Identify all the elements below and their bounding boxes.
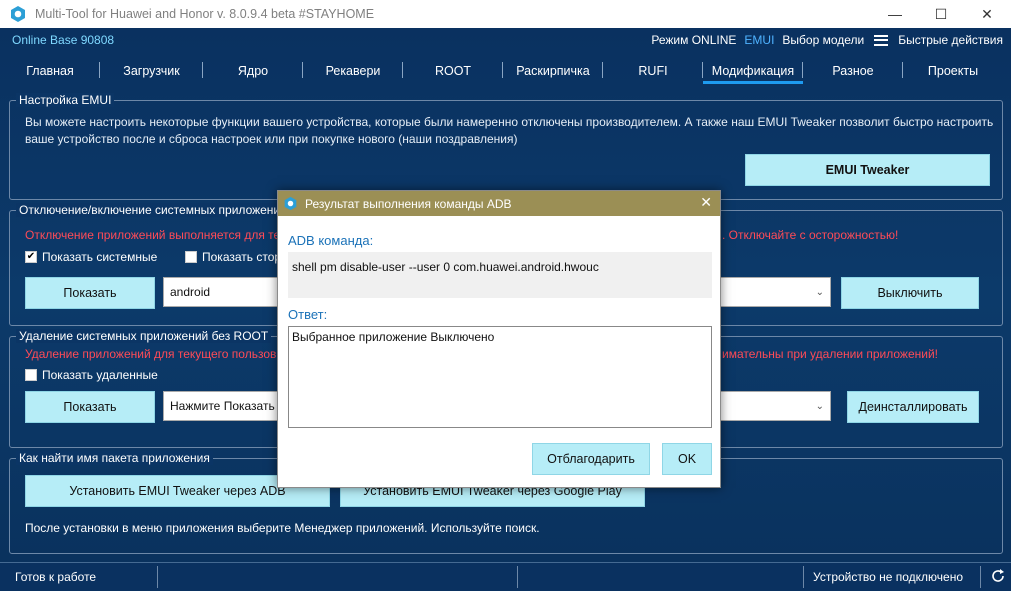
window-titlebar: Multi-Tool for Huawei and Honor v. 8.0.9… <box>0 0 1011 28</box>
tab-label: Загрузчик <box>123 64 180 78</box>
group-title: Как найти имя пакета приложения <box>16 451 213 465</box>
top-bar: Online Base 90808 Режим ONLINE EMUI Выбо… <box>0 28 1011 52</box>
minimize-button[interactable]: — <box>872 0 918 28</box>
adb-command-label: ADB команда: <box>288 233 374 248</box>
combo-value: Нажмите Показать <box>170 399 275 413</box>
checkbox-checked-icon: ✔ <box>25 251 37 263</box>
status-text: Готов к работе <box>15 570 97 584</box>
tab-kernel[interactable]: Ядро <box>203 58 303 84</box>
window-title: Multi-Tool for Huawei and Honor v. 8.0.9… <box>35 7 375 21</box>
tab-root[interactable]: ROOT <box>403 58 503 84</box>
tab-modification[interactable]: Модификация <box>703 58 803 84</box>
model-select-link[interactable]: Выбор модели <box>782 33 864 47</box>
group-title: Отключение/включение системных приложени… <box>16 203 290 217</box>
show-third-party-checkbox[interactable]: Показать стор <box>185 250 281 264</box>
checkbox-label: Показать системные <box>42 250 158 264</box>
tab-label: Рекавери <box>325 64 381 78</box>
tab-main[interactable]: Главная <box>0 58 100 84</box>
emui-settings-description: Вы можете настроить некоторые функции ва… <box>25 115 994 146</box>
tab-label: Ядро <box>237 64 269 78</box>
refresh-icon[interactable] <box>990 568 1006 584</box>
tab-label: Модификация <box>711 64 795 78</box>
top-bar-actions: Режим ONLINE EMUI Выбор модели Быстрые д… <box>651 33 1003 47</box>
status-divider <box>803 566 804 588</box>
maximize-button[interactable]: ☐ <box>918 0 964 28</box>
remove-warning-text: Удаление приложений для текущего пользов <box>25 347 277 361</box>
dialog-close-icon[interactable]: ✕ <box>700 194 712 211</box>
chevron-down-icon: ⌄ <box>815 400 824 412</box>
online-mode-link[interactable]: Режим ONLINE <box>651 33 736 47</box>
adb-command-field[interactable]: shell pm disable-user --user 0 com.huawe… <box>288 252 712 298</box>
find-package-note: После установки в меню приложения выбери… <box>25 521 540 535</box>
adb-result-dialog: Результат выполнения команды ADB ✕ ADB к… <box>277 190 721 488</box>
emui-link[interactable]: EMUI <box>744 33 774 47</box>
answer-textarea[interactable]: Выбранное приложение Выключено <box>288 326 712 428</box>
tab-label: Раскирпичка <box>516 64 590 78</box>
show-removable-button[interactable]: Показать <box>25 391 155 423</box>
checkbox-unchecked-icon <box>185 251 197 263</box>
tab-projects[interactable]: Проекты <box>903 58 1003 84</box>
app-logo-icon <box>11 6 25 22</box>
hamburger-menu-icon[interactable] <box>874 34 889 46</box>
remove-warning-text-end: имательны при удалении приложений! <box>722 347 938 361</box>
disable-warning-text-end: . Отключайте с осторожностью! <box>722 228 899 242</box>
tab-recovery[interactable]: Рекавери <box>303 58 403 84</box>
checkbox-unchecked-icon <box>25 369 37 381</box>
quick-actions-link[interactable]: Быстрые действия <box>898 33 1003 47</box>
uninstall-button[interactable]: Деинсталлировать <box>847 391 979 423</box>
status-divider <box>980 566 981 588</box>
disable-app-button[interactable]: Выключить <box>841 277 979 309</box>
dialog-titlebar: Результат выполнения команды ADB ✕ <box>278 191 720 216</box>
main-tabs: Главная Загрузчик Ядро Рекавери ROOT Рас… <box>0 58 1011 84</box>
app-logo-icon <box>284 196 297 211</box>
answer-label: Ответ: <box>288 307 328 322</box>
status-bar: Готов к работе Устройство не подключено <box>0 562 1011 591</box>
dialog-title: Результат выполнения команды ADB <box>305 196 512 211</box>
tab-misc[interactable]: Разное <box>803 58 903 84</box>
tab-label: Разное <box>832 64 874 78</box>
tab-label: Проекты <box>927 64 979 78</box>
device-status: Устройство не подключено <box>813 570 964 584</box>
tab-label: ROOT <box>434 64 472 78</box>
status-divider <box>517 566 518 588</box>
checkbox-label: Показать стор <box>202 250 282 264</box>
online-base-label: Online Base 90808 <box>12 33 115 47</box>
close-button[interactable]: ✕ <box>964 0 1010 28</box>
tab-bootloader[interactable]: Загрузчик <box>100 58 203 84</box>
tab-label: Главная <box>26 64 74 78</box>
emui-settings-group: Настройка EMUI Вы можете настроить некот… <box>9 93 1003 200</box>
emui-tweaker-button[interactable]: EMUI Tweaker <box>745 154 990 186</box>
disable-warning-text: Отключение приложений выполняется для те <box>25 228 281 242</box>
checkbox-label: Показать удаленные <box>42 368 158 382</box>
show-apps-button[interactable]: Показать <box>25 277 155 309</box>
show-system-checkbox[interactable]: ✔ Показать системные <box>25 250 157 264</box>
ok-button[interactable]: OK <box>662 443 712 475</box>
combo-value: android <box>170 285 211 299</box>
show-removed-checkbox[interactable]: Показать удаленные <box>25 368 158 382</box>
tab-unbrick[interactable]: Раскирпичка <box>503 58 603 84</box>
status-divider <box>157 566 158 588</box>
group-title: Удаление системных приложений без ROOT <box>16 329 272 343</box>
tab-label: RUFI <box>638 64 668 78</box>
chevron-down-icon: ⌄ <box>815 286 824 298</box>
tab-rufi[interactable]: RUFI <box>603 58 703 84</box>
thank-button[interactable]: Отблагодарить <box>532 443 650 475</box>
group-title: Настройка EMUI <box>16 93 115 107</box>
